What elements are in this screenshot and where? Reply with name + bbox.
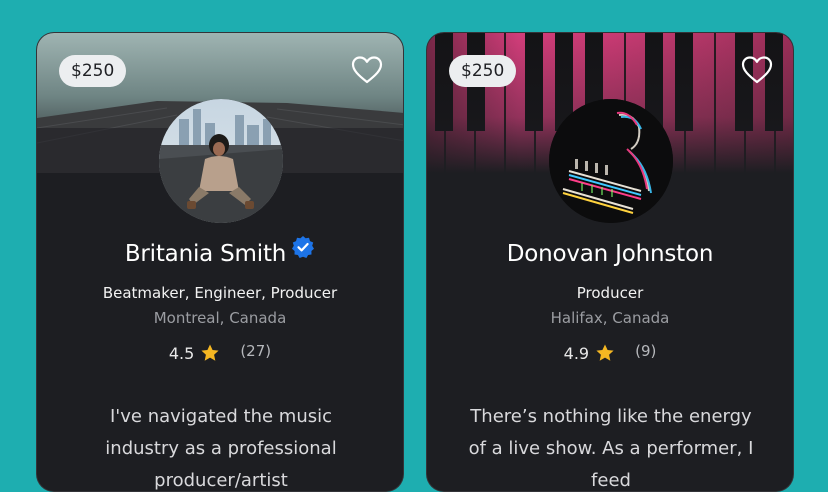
price-badge: $250 <box>449 55 517 87</box>
artist-roles: Producer <box>576 284 644 302</box>
artist-bio: I've navigated the music industry as a p… <box>105 406 337 491</box>
rating: 4.9 (9) <box>427 342 793 363</box>
producer-card[interactable]: $250 <box>36 32 404 492</box>
name-row: Britania Smith <box>37 236 403 267</box>
review-count: (27) <box>240 342 272 360</box>
review-count: (9) <box>635 342 657 360</box>
star-icon <box>596 344 614 361</box>
artist-bio: There’s nothing like the energy of a liv… <box>468 406 754 491</box>
rating: 4.5 (27) <box>37 342 403 363</box>
heart-icon[interactable] <box>351 55 383 85</box>
producer-card[interactable]: $250 <box>426 32 794 492</box>
name-row: Donovan Johnston <box>427 241 793 267</box>
rating-value: 4.9 <box>563 343 590 363</box>
artist-name[interactable]: Britania Smith <box>125 241 287 267</box>
artist-location: Halifax, Canada <box>550 309 670 327</box>
artist-location: Montreal, Canada <box>153 309 287 327</box>
avatar[interactable] <box>159 99 283 223</box>
artist-roles: Beatmaker, Engineer, Producer <box>102 284 338 302</box>
avatar[interactable] <box>549 99 673 223</box>
artist-name[interactable]: Donovan Johnston <box>507 241 714 267</box>
heart-icon[interactable] <box>741 55 773 85</box>
star-icon <box>201 344 219 361</box>
rating-value: 4.5 <box>168 343 195 363</box>
price-badge: $250 <box>59 55 127 87</box>
verified-badge-icon <box>292 236 315 258</box>
